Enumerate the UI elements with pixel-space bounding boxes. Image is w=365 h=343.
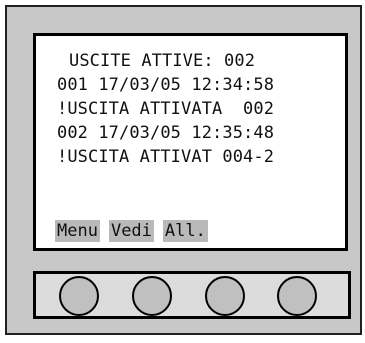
function-button-row (33, 271, 351, 319)
softkey-bar: Menu Vedi All. (55, 220, 208, 242)
function-button-1[interactable] (59, 276, 99, 316)
event-message-1: !USCITA ATTIVATA 002 (57, 99, 275, 119)
lcd-display: USCITE ATTIVE: 002 001 17/03/05 12:34:58… (33, 33, 348, 251)
softkey-menu[interactable]: Menu (55, 220, 100, 242)
function-button-3[interactable] (205, 276, 245, 316)
softkey-vedi[interactable]: Vedi (108, 220, 154, 242)
event-timestamp-1: 001 17/03/05 12:34:58 (57, 75, 275, 95)
display-lines: USCITE ATTIVE: 002 001 17/03/05 12:34:58… (36, 49, 345, 169)
active-outputs-header: USCITE ATTIVE: 002 (69, 51, 256, 71)
function-button-4[interactable] (277, 276, 317, 316)
event-message-2: !USCITA ATTIVAT 004-2 (57, 147, 275, 167)
control-panel: USCITE ATTIVE: 002 001 17/03/05 12:34:58… (5, 5, 362, 335)
function-button-2[interactable] (132, 276, 172, 316)
event-timestamp-2: 002 17/03/05 12:35:48 (57, 123, 275, 143)
softkey-all[interactable]: All. (162, 220, 208, 242)
